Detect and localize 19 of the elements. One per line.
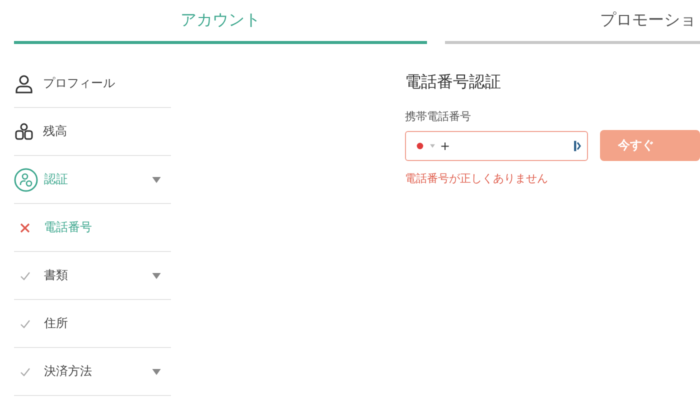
caret-icon[interactable] <box>152 368 161 374</box>
extension-icon[interactable] <box>574 140 581 152</box>
person-icon <box>14 74 34 94</box>
caret-icon[interactable] <box>152 272 161 278</box>
sidebar-item[interactable]: プロフィール <box>43 75 171 92</box>
caret-icon[interactable] <box>430 144 435 148</box>
sidebar-item[interactable]: 決済方法 <box>44 363 152 380</box>
error-message: 電話番号が正しくありません <box>405 171 549 186</box>
sidebar-item[interactable]: 住所 <box>44 315 171 332</box>
phone-field[interactable]: + <box>405 130 588 160</box>
user-badge-icon <box>14 168 38 192</box>
tab[interactable]: プロモーショ <box>445 6 700 44</box>
sidebar-item[interactable]: 書類 <box>44 267 152 284</box>
field-label: 携帯電話番号 <box>405 109 472 124</box>
coins-icon <box>14 122 34 142</box>
caret-icon[interactable] <box>152 176 161 182</box>
flag-icon <box>416 142 424 150</box>
section-title: 電話番号認証 <box>405 72 502 93</box>
sidebar-item[interactable]: 残高 <box>43 123 171 140</box>
